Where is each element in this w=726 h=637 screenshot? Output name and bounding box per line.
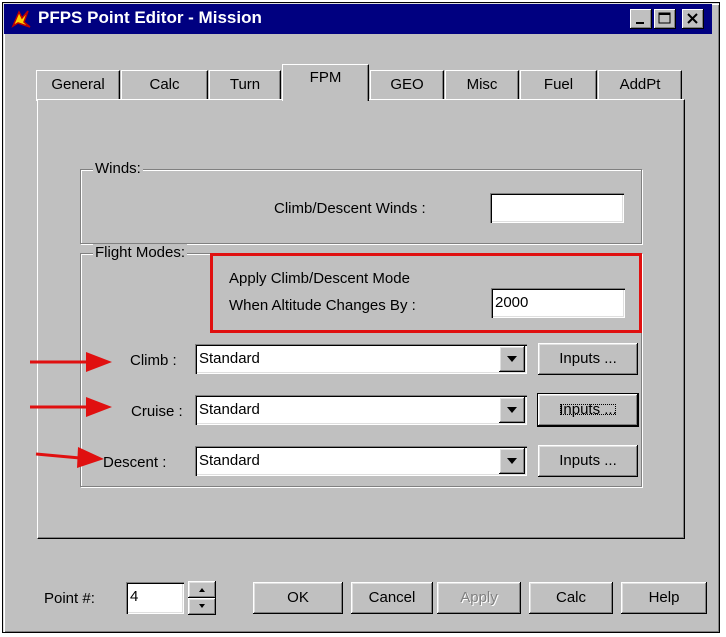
apply-mode-label-line2: When Altitude Changes By : bbox=[229, 297, 416, 314]
descent-dropdown-button[interactable] bbox=[499, 448, 525, 474]
chevron-down-icon bbox=[507, 407, 517, 413]
cruise-label: Cruise : bbox=[131, 403, 183, 420]
arrow-descent-icon bbox=[35, 447, 104, 468]
descent-inputs-button[interactable]: Inputs ... bbox=[538, 445, 638, 477]
maximize-icon bbox=[658, 12, 671, 24]
close-button[interactable] bbox=[682, 9, 704, 29]
chevron-down-icon bbox=[507, 356, 517, 362]
chevron-down-icon bbox=[199, 604, 205, 608]
chevron-up-icon bbox=[199, 588, 205, 592]
climb-dropdown-button[interactable] bbox=[499, 346, 525, 372]
help-button[interactable]: Help bbox=[621, 582, 707, 614]
tab-general[interactable]: General bbox=[36, 70, 120, 101]
winds-group-label: Winds: bbox=[93, 160, 143, 177]
apply-button[interactable]: Apply bbox=[437, 582, 521, 614]
tab-turn[interactable]: Turn bbox=[209, 70, 281, 101]
minimize-icon bbox=[636, 22, 644, 24]
tab-fuel[interactable]: Fuel bbox=[520, 70, 597, 101]
maximize-button[interactable] bbox=[654, 9, 676, 29]
point-number-input[interactable]: 4 bbox=[126, 582, 184, 614]
climb-inputs-button[interactable]: Inputs ... bbox=[538, 343, 638, 375]
apply-mode-label-line1: Apply Climb/Descent Mode bbox=[229, 270, 410, 287]
arrow-climb-icon bbox=[30, 352, 112, 372]
minimize-button[interactable] bbox=[630, 9, 652, 29]
cruise-mode-select[interactable]: Standard bbox=[195, 395, 527, 425]
close-icon bbox=[687, 13, 698, 24]
calc-button[interactable]: Calc bbox=[529, 582, 613, 614]
spin-down-button[interactable] bbox=[188, 598, 216, 615]
cancel-button[interactable]: Cancel bbox=[351, 582, 433, 614]
annotation-arrows bbox=[30, 352, 112, 468]
ok-button[interactable]: OK bbox=[253, 582, 343, 614]
altitude-change-input[interactable]: 2000 bbox=[491, 288, 625, 318]
spin-up-button[interactable] bbox=[188, 581, 216, 598]
window-title: PFPS Point Editor - Mission bbox=[38, 8, 262, 27]
tab-misc[interactable]: Misc bbox=[445, 70, 519, 101]
tab-calc[interactable]: Calc bbox=[121, 70, 208, 101]
flight-modes-group-label: Flight Modes: bbox=[93, 244, 188, 261]
cruise-dropdown-button[interactable] bbox=[499, 397, 525, 423]
climb-descent-winds-label: Climb/Descent Winds : bbox=[274, 200, 426, 217]
tab-addpt[interactable]: AddPt bbox=[598, 70, 682, 101]
cruise-inputs-button[interactable]: Inputs ... bbox=[537, 393, 639, 427]
fpm-tab-panel: Winds: Climb/Descent Winds : Flight Mode… bbox=[37, 99, 685, 539]
descent-mode-select[interactable]: Standard bbox=[195, 446, 527, 476]
climb-label: Climb : bbox=[130, 352, 177, 369]
tab-fpm[interactable]: FPM bbox=[282, 64, 369, 101]
pfps-app-icon bbox=[11, 10, 31, 28]
point-number-label: Point #: bbox=[44, 590, 95, 607]
climb-mode-select[interactable]: Standard bbox=[195, 344, 527, 374]
tab-geo[interactable]: GEO bbox=[370, 70, 444, 101]
climb-descent-winds-input[interactable] bbox=[490, 193, 624, 223]
chevron-down-icon bbox=[507, 458, 517, 464]
title-bar[interactable]: PFPS Point Editor - Mission bbox=[4, 4, 712, 34]
arrow-cruise-icon bbox=[30, 397, 112, 417]
